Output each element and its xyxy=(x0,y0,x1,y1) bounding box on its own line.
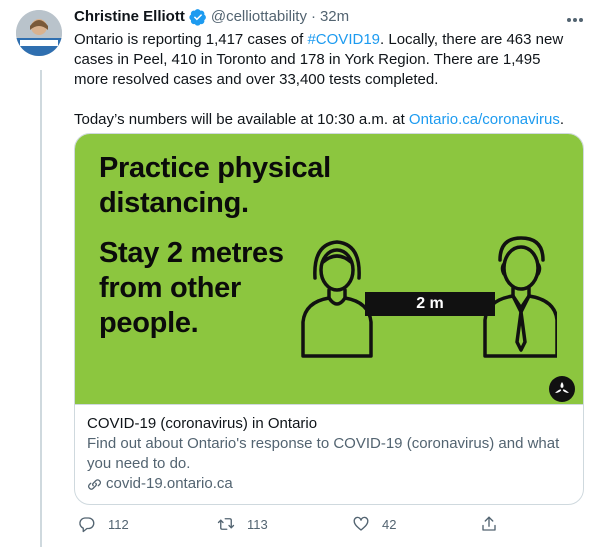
distance-label: 2 m xyxy=(365,292,495,316)
reply-count: 112 xyxy=(108,516,129,532)
like-count: 42 xyxy=(382,516,397,532)
user-handle[interactable]: @celliottability xyxy=(211,7,307,27)
card-domain: covid-19.ontario.ca xyxy=(87,474,571,494)
tweet-text-part: Today’s numbers will be available at 10:… xyxy=(74,111,409,128)
card-title: COVID-19 (coronavirus) in Ontario xyxy=(87,415,318,432)
display-name[interactable]: Christine Elliott xyxy=(74,7,185,27)
more-options-icon[interactable] xyxy=(564,12,586,28)
url-link[interactable]: Ontario.ca/coronavirus xyxy=(409,111,560,128)
retweet-button[interactable]: 113 xyxy=(217,515,268,533)
separator-dot: · xyxy=(310,8,316,25)
retweet-count: 113 xyxy=(247,516,268,532)
card-description: Find out about Ontario's response to COV… xyxy=(87,435,560,472)
share-icon xyxy=(482,516,496,531)
verified-badge-icon xyxy=(189,8,207,26)
card-image-headline: Practice physical distancing. xyxy=(99,152,331,219)
avatar[interactable] xyxy=(16,10,62,56)
hashtag-link[interactable]: #COVID19 xyxy=(307,31,380,48)
reply-button[interactable]: 112 xyxy=(78,515,129,533)
card-image-subline: Stay 2 metres from other people. xyxy=(99,237,284,339)
tweet-body: Christine Elliott @celliottability · 32m… xyxy=(74,6,584,130)
like-button[interactable]: 42 xyxy=(352,515,396,533)
card-meta[interactable]: COVID-19 (coronavirus) in Ontario Find o… xyxy=(75,404,583,504)
tweet-text-part: . xyxy=(559,111,564,128)
tweet-header: Christine Elliott @celliottability · 32m xyxy=(74,6,584,28)
ontario-trillium-logo xyxy=(549,376,575,402)
retweet-icon xyxy=(217,518,235,530)
distancing-illustration: 2 m xyxy=(295,230,559,360)
share-button[interactable] xyxy=(480,515,498,533)
tweet-text: Ontario is reporting 1,417 cases of #COV… xyxy=(74,30,574,130)
link-preview-card[interactable]: Practice physical distancing. Stay 2 met… xyxy=(74,133,584,505)
tweet-actions: 112 113 42 xyxy=(74,512,504,536)
heart-icon xyxy=(353,516,369,531)
card-image[interactable]: Practice physical distancing. Stay 2 met… xyxy=(75,134,583,404)
tweet-timestamp[interactable]: 32m xyxy=(320,7,349,27)
tweet-text-part: Ontario is reporting 1,417 cases of xyxy=(74,31,308,48)
card-domain-text: covid-19.ontario.ca xyxy=(106,475,233,492)
thread-line xyxy=(40,70,42,547)
link-icon xyxy=(87,478,102,490)
reply-icon xyxy=(79,517,95,533)
